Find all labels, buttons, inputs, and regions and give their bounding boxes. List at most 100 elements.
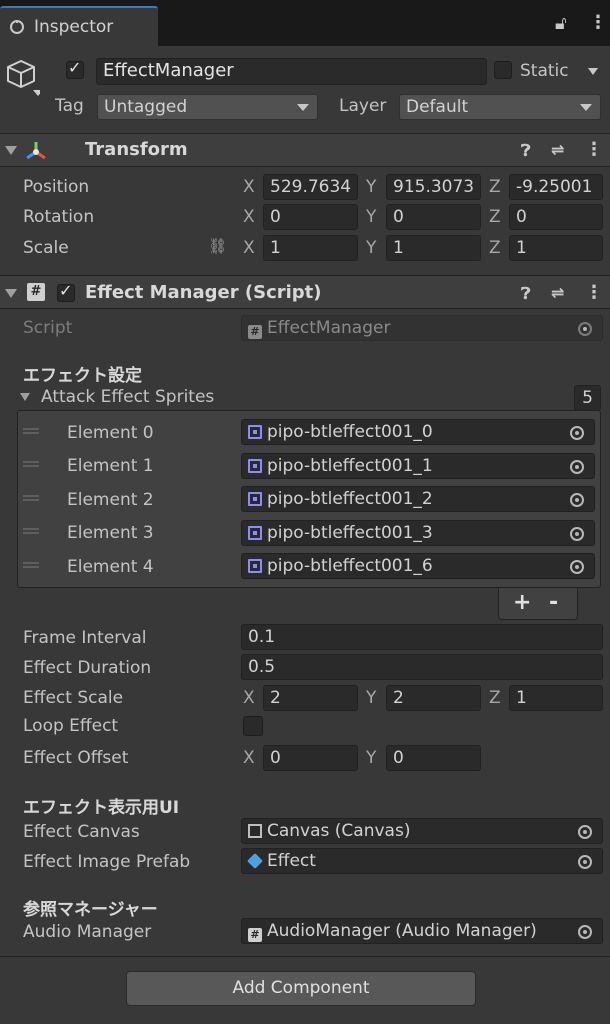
axis-z-label[interactable]: Z: [489, 177, 501, 197]
layer-label: Layer: [339, 96, 387, 116]
axis-x-label[interactable]: X: [243, 748, 255, 768]
foldout-arrow-icon[interactable]: [5, 146, 17, 155]
audio-manager-field[interactable]: # AudioManager (Audio Manager): [241, 918, 603, 944]
drag-handle-icon[interactable]: [23, 495, 39, 501]
section-header-reference-managers: 参照マネージャー: [23, 900, 158, 920]
axis-x-label[interactable]: X: [243, 177, 255, 197]
loop-effect-checkbox[interactable]: [243, 716, 263, 736]
rotation-y-field[interactable]: 0: [386, 204, 481, 230]
sprite-icon: [248, 459, 262, 473]
add-element-button[interactable]: +: [513, 590, 531, 615]
foldout-arrow-icon[interactable]: [5, 289, 17, 298]
script-label: Script: [23, 318, 73, 338]
scale-z-field[interactable]: 1: [509, 235, 603, 261]
foldout-arrow-icon[interactable]: [20, 393, 30, 401]
effect-scale-z-field[interactable]: 1: [509, 685, 603, 711]
axis-y-label[interactable]: Y: [366, 177, 376, 197]
list-item-sprite-field[interactable]: pipo-btleffect001_1: [241, 453, 595, 479]
object-name-field[interactable]: EffectManager: [96, 58, 487, 85]
object-picker-icon[interactable]: [578, 825, 592, 839]
axis-z-label[interactable]: Z: [489, 238, 501, 258]
list-item-value: pipo-btleffect001_3: [267, 523, 433, 543]
remove-element-button[interactable]: -: [549, 590, 558, 615]
transform-icon: [25, 140, 47, 167]
object-picker-icon[interactable]: [570, 460, 584, 474]
script-icon: #: [248, 928, 262, 942]
preset-icon[interactable]: ⇌: [551, 140, 564, 159]
tag-value: Untagged: [104, 97, 188, 117]
object-picker-icon[interactable]: [578, 855, 592, 869]
axis-y-label[interactable]: Y: [366, 748, 376, 768]
axis-x-label[interactable]: X: [243, 688, 255, 708]
tab-inspector[interactable]: Inspector: [0, 6, 158, 48]
object-picker-icon[interactable]: [570, 560, 584, 574]
effect-offset-x-field[interactable]: 0: [263, 745, 358, 771]
scale-x-field[interactable]: 1: [263, 235, 358, 261]
list-label[interactable]: Attack Effect Sprites: [41, 387, 214, 407]
effect-image-prefab-label: Effect Image Prefab: [23, 852, 191, 872]
rotation-z-field[interactable]: 0: [509, 204, 603, 230]
frame-interval-field[interactable]: 0.1: [241, 624, 603, 650]
axis-y-label[interactable]: Y: [366, 238, 376, 258]
list-item-label: Element 0: [67, 423, 154, 443]
effect-image-prefab-field[interactable]: Effect: [241, 848, 603, 874]
preset-icon[interactable]: ⇌: [551, 283, 564, 302]
list-item-value: pipo-btleffect001_1: [267, 456, 433, 476]
axis-y-label[interactable]: Y: [366, 207, 376, 227]
script-component-title: Effect Manager (Script): [85, 282, 322, 303]
position-label: Position: [23, 177, 90, 197]
position-x-field[interactable]: 529.7634: [263, 174, 358, 200]
help-icon[interactable]: ❓︎: [521, 284, 531, 304]
sprite-icon: [248, 492, 262, 506]
axis-x-label[interactable]: X: [243, 207, 255, 227]
list-item-value: pipo-btleffect001_0: [267, 422, 433, 442]
list-item-sprite-field[interactable]: pipo-btleffect001_6: [241, 553, 595, 579]
list-item-sprite-field[interactable]: pipo-btleffect001_2: [241, 486, 595, 512]
static-checkbox[interactable]: [494, 61, 512, 79]
help-icon[interactable]: ❓︎: [521, 141, 531, 161]
position-y-field[interactable]: 915.3073: [386, 174, 481, 200]
audio-manager-label: Audio Manager: [23, 922, 152, 942]
effect-duration-label: Effect Duration: [23, 658, 152, 678]
list-item-sprite-field[interactable]: pipo-btleffect001_3: [241, 520, 595, 546]
gameobject-icon[interactable]: [6, 58, 43, 98]
object-picker-icon[interactable]: [570, 493, 584, 507]
position-z-field[interactable]: -9.25001: [509, 174, 603, 200]
axis-z-label[interactable]: Z: [489, 688, 501, 708]
scale-y-field[interactable]: 1: [386, 235, 481, 261]
effect-canvas-field[interactable]: Canvas (Canvas): [241, 818, 603, 844]
static-label: Static: [520, 61, 569, 81]
tab-bar: Inspector 🔓︎ ⋮: [0, 0, 610, 48]
list-item-sprite-field[interactable]: pipo-btleffect001_0: [241, 419, 595, 445]
effect-duration-field[interactable]: 0.5: [241, 654, 603, 680]
axis-z-label[interactable]: Z: [489, 207, 501, 227]
object-picker-icon[interactable]: [570, 426, 584, 440]
component-enabled-checkbox[interactable]: [57, 281, 75, 302]
lock-icon[interactable]: 🔓︎: [555, 13, 567, 34]
add-component-button[interactable]: Add Component: [126, 971, 476, 1006]
canvas-icon: [248, 824, 262, 838]
axis-y-label[interactable]: Y: [366, 688, 376, 708]
effect-scale-x-field[interactable]: 2: [263, 685, 358, 711]
drag-handle-icon[interactable]: [23, 428, 39, 434]
effect-scale-y-field[interactable]: 2: [386, 685, 481, 711]
effect-canvas-value: Canvas (Canvas): [267, 821, 411, 841]
drag-handle-icon[interactable]: [23, 461, 39, 467]
drag-handle-icon[interactable]: [23, 562, 39, 568]
more-options-icon[interactable]: ⋮: [589, 12, 607, 33]
object-picker-icon[interactable]: [570, 527, 584, 541]
component-menu-icon[interactable]: ⋮: [585, 282, 603, 303]
layer-dropdown[interactable]: Default: [399, 94, 601, 120]
unlinked-scale-icon[interactable]: ⛓︎: [208, 237, 227, 255]
list-size-field[interactable]: 5: [574, 385, 601, 411]
object-picker-icon[interactable]: [578, 925, 592, 939]
sprite-icon: [248, 526, 262, 540]
drag-handle-icon[interactable]: [23, 528, 39, 534]
static-dropdown-icon[interactable]: [588, 68, 598, 75]
component-menu-icon[interactable]: ⋮: [585, 139, 603, 160]
tag-dropdown[interactable]: Untagged: [97, 94, 318, 120]
rotation-x-field[interactable]: 0: [263, 204, 358, 230]
axis-x-label[interactable]: X: [243, 238, 255, 258]
effect-offset-y-field[interactable]: 0: [386, 745, 481, 771]
active-checkbox[interactable]: [66, 58, 84, 79]
